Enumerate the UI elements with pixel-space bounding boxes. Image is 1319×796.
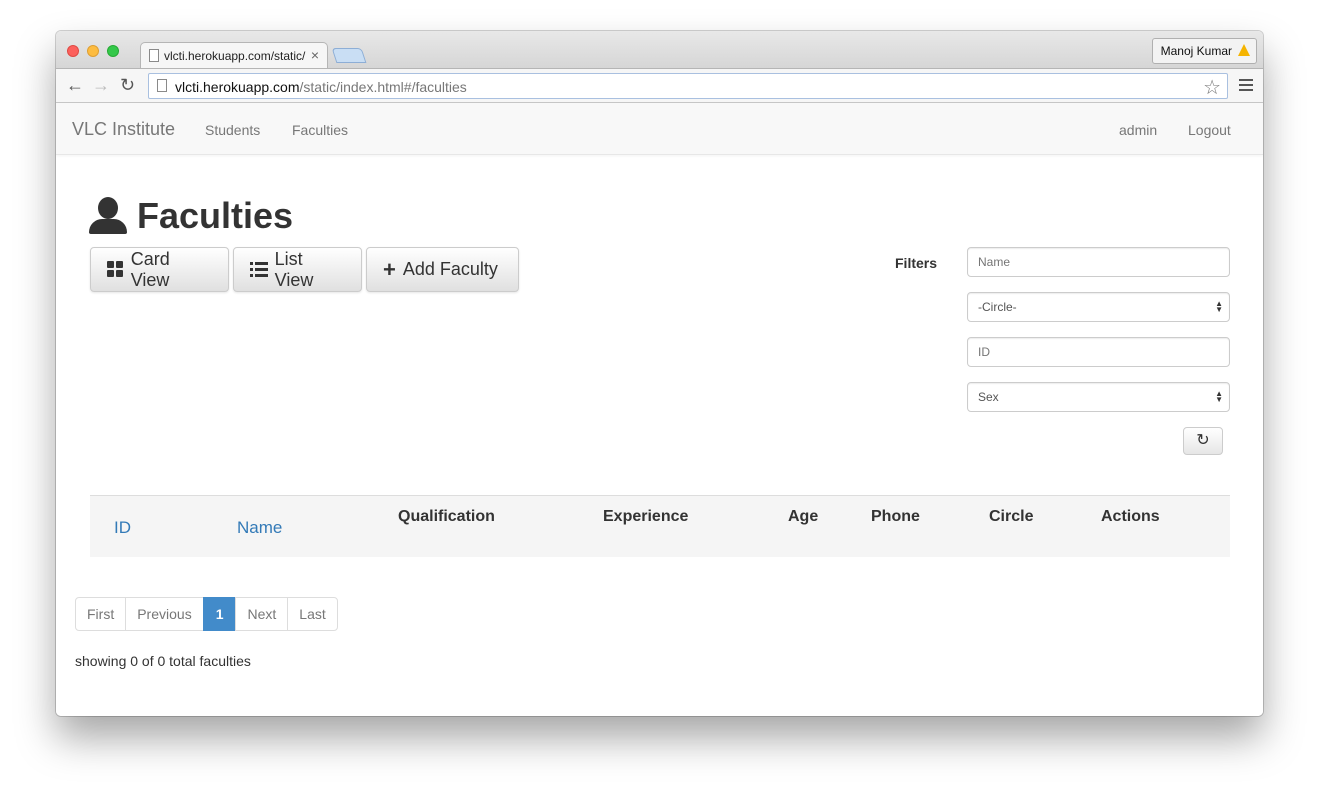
select-arrows-icon: ▲ ▼ — [1215, 389, 1223, 404]
page-icon — [157, 79, 167, 92]
browser-tab[interactable]: vlcti.herokuapp.com/static/ × — [140, 42, 328, 69]
th-large-icon — [107, 261, 124, 278]
maximize-window-button[interactable] — [107, 45, 119, 57]
url-path: /static/index.html#/faculties — [299, 79, 467, 95]
pagination-page-1[interactable]: 1 — [202, 597, 237, 631]
add-faculty-label: Add Faculty — [402, 259, 498, 279]
id-filter-input[interactable] — [967, 337, 1230, 367]
pagination-last[interactable]: Last — [287, 597, 338, 631]
column-header-age: Age — [788, 508, 819, 525]
nav-link-logout[interactable]: Logout — [1188, 122, 1231, 138]
page-content: VLC Institute Students Faculties admin L… — [56, 103, 1263, 716]
card-view-label: Card View — [130, 248, 170, 290]
url-host: vlcti.herokuapp.com — [175, 79, 300, 95]
column-header-id[interactable]: ID — [114, 518, 131, 538]
url-text: vlcti.herokuapp.com/static/index.html#/f… — [175, 79, 467, 95]
pagination: First Previous 1 Next Last — [75, 597, 338, 631]
faculties-table-header: ID Name Qualification Experience Age Pho… — [90, 495, 1230, 557]
nav-link-faculties[interactable]: Faculties — [292, 122, 348, 138]
pagination-previous[interactable]: Previous — [125, 597, 204, 631]
profile-button[interactable]: Manoj Kumar — [1151, 38, 1257, 64]
nav-link-admin[interactable]: admin — [1119, 122, 1157, 138]
back-icon[interactable]: ← — [66, 75, 84, 95]
column-header-phone: Phone — [871, 508, 920, 525]
pagination-next[interactable]: Next — [235, 597, 289, 631]
column-header-name[interactable]: Name — [237, 518, 282, 538]
circle-filter-select[interactable]: -Circle- ▲ ▼ — [967, 292, 1230, 322]
profile-name: Manoj Kumar — [1160, 44, 1232, 58]
results-summary: showing 0 of 0 total faculties — [75, 653, 251, 669]
column-header-experience: Experience — [603, 508, 689, 525]
bookmark-star-icon[interactable]: ☆ — [1203, 75, 1221, 100]
warning-icon — [1238, 44, 1250, 56]
circle-filter-value: -Circle- — [978, 300, 1017, 314]
select-arrows-icon: ▲ ▼ — [1215, 299, 1223, 314]
nav-link-students[interactable]: Students — [205, 122, 260, 138]
address-bar[interactable]: vlcti.herokuapp.com/static/index.html#/f… — [148, 73, 1228, 99]
name-filter-input[interactable] — [967, 247, 1230, 277]
user-icon — [89, 197, 127, 235]
pagination-first[interactable]: First — [75, 597, 127, 631]
column-header-actions: Actions — [1101, 508, 1160, 525]
column-header-qualification: Qualification — [398, 508, 495, 525]
page-title: Faculties — [137, 195, 294, 236]
browser-toolbar: ← → ↻ vlcti.herokuapp.com/static/index.h… — [56, 68, 1263, 103]
navbar: VLC Institute Students Faculties admin L… — [56, 103, 1263, 155]
page-heading: Faculties — [89, 195, 293, 237]
menu-icon[interactable] — [1239, 79, 1253, 94]
tab-title: vlcti.herokuapp.com/static/ — [164, 49, 306, 63]
new-tab-button[interactable] — [331, 48, 367, 63]
refresh-filters-button[interactable]: ↻ — [1183, 427, 1223, 455]
list-view-label: List View — [274, 248, 314, 290]
page-icon — [149, 49, 159, 62]
browser-window: vlcti.herokuapp.com/static/ × Manoj Kuma… — [56, 31, 1263, 716]
list-view-button[interactable]: List View — [233, 247, 362, 292]
add-faculty-button[interactable]: + Add Faculty — [366, 247, 519, 292]
card-view-button[interactable]: Card View — [90, 247, 229, 292]
tab-close-icon[interactable]: × — [311, 47, 319, 63]
refresh-icon: ↻ — [1196, 432, 1210, 449]
filters-label: Filters — [895, 255, 938, 271]
minimize-window-button[interactable] — [87, 45, 99, 57]
title-bar: vlcti.herokuapp.com/static/ × Manoj Kuma… — [56, 31, 1263, 69]
column-header-circle: Circle — [989, 508, 1034, 525]
list-icon — [250, 261, 268, 278]
plus-icon: + — [383, 256, 396, 282]
forward-icon[interactable]: → — [92, 75, 110, 95]
sex-filter-value: Sex — [978, 390, 999, 404]
reload-icon[interactable]: ↻ — [120, 75, 135, 95]
close-window-button[interactable] — [67, 45, 79, 57]
navbar-brand[interactable]: VLC Institute — [72, 119, 175, 140]
sex-filter-select[interactable]: Sex ▲ ▼ — [967, 382, 1230, 412]
